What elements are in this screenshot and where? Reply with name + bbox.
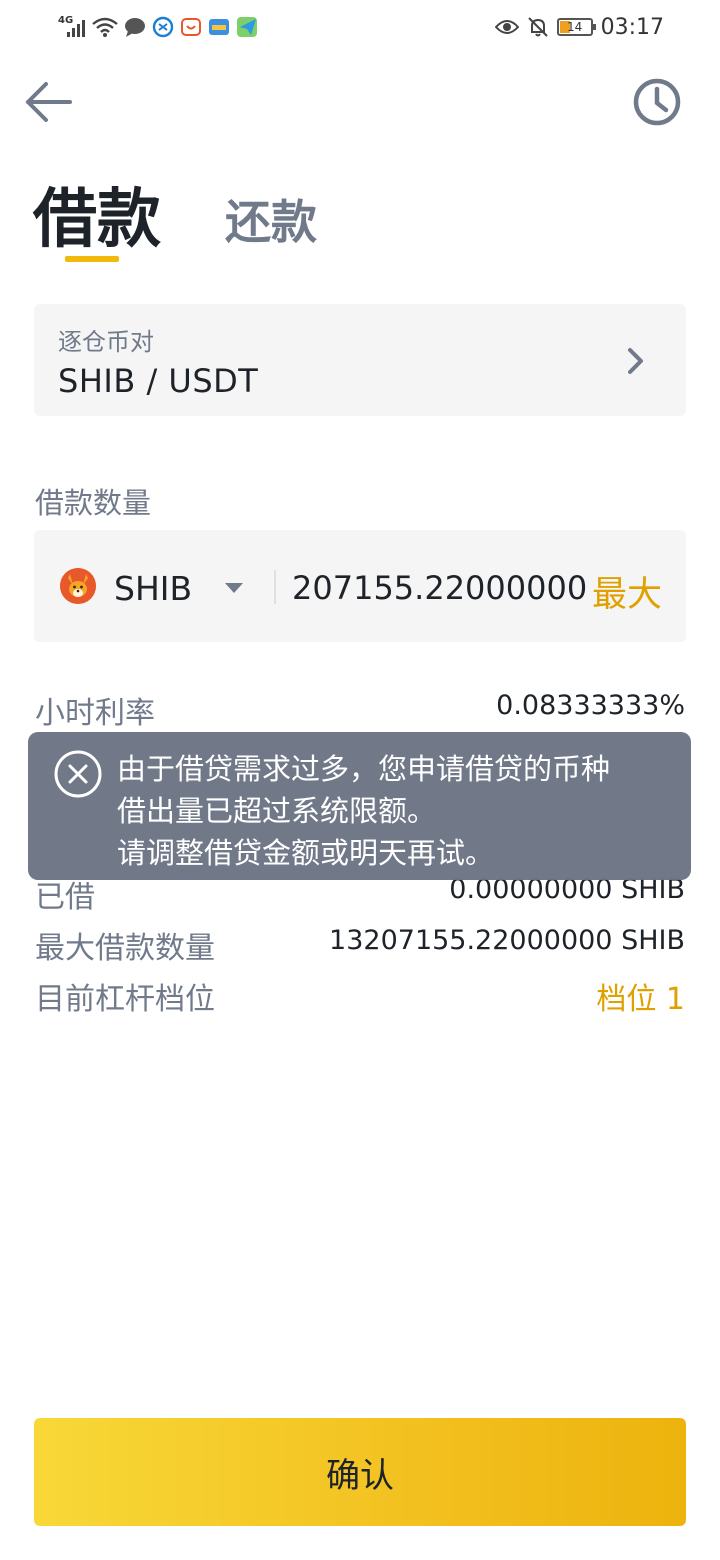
max-button[interactable]: 最大 bbox=[592, 566, 662, 617]
caret-down-icon[interactable] bbox=[224, 582, 244, 594]
cellular-signal-icon: 4G bbox=[58, 15, 86, 39]
app-notification-icon bbox=[152, 16, 174, 38]
status-bar-right: 14 03:17 bbox=[494, 14, 664, 40]
wallet-app-icon bbox=[209, 19, 229, 35]
pair-label: 逐仓币对 bbox=[58, 328, 154, 356]
toast-line-2: 借出量已超过系统限额。 bbox=[117, 794, 437, 828]
leverage-tier-row: 目前杠杆档位 档位 1 bbox=[35, 974, 685, 1017]
borrow-amount-label: 借款数量 bbox=[35, 486, 152, 520]
hourly-rate-label: 小时利率 bbox=[35, 696, 155, 731]
status-bar-left: 4G bbox=[58, 14, 260, 40]
confirm-button[interactable]: 确认 bbox=[34, 1418, 686, 1526]
clock-history-icon bbox=[633, 78, 681, 126]
hourly-rate-value: 0.08333333% bbox=[496, 690, 685, 721]
status-bar: 4G 14 03:17 bbox=[0, 0, 720, 56]
shopping-app-icon bbox=[181, 18, 201, 36]
toast-line-3: 请调整借贷金额或明天再试。 bbox=[117, 836, 495, 870]
toast-message: 由于借贷需求过多，您申请借贷的币种 借出量已超过系统限额。 请调整借贷金额或明天… bbox=[117, 748, 677, 874]
back-arrow-icon bbox=[26, 82, 72, 122]
clock: 03:17 bbox=[600, 14, 664, 40]
leverage-tier-value[interactable]: 档位 1 bbox=[596, 974, 685, 1018]
chat-icon bbox=[125, 18, 145, 37]
coin-selector[interactable]: SHIB bbox=[114, 569, 192, 608]
max-borrow-value: 13207155.22000000 SHIB bbox=[329, 925, 685, 956]
history-button[interactable] bbox=[632, 77, 682, 127]
hourly-rate-row: 小时利率 0.08333333% bbox=[35, 688, 685, 731]
borrow-amount-input[interactable]: 207155.22000000 bbox=[292, 569, 592, 607]
active-tab-indicator bbox=[65, 256, 119, 262]
field-divider bbox=[274, 570, 276, 604]
tab-borrow[interactable]: 借款 bbox=[33, 168, 161, 260]
pair-value: SHIB / USDT bbox=[58, 362, 259, 400]
eye-comfort-icon bbox=[494, 20, 519, 34]
battery-level: 14 bbox=[566, 20, 583, 34]
isolated-pair-selector[interactable]: 逐仓币对 SHIB / USDT bbox=[34, 304, 686, 416]
toast-line-1: 由于借贷需求过多，您申请借贷的币种 bbox=[117, 752, 611, 786]
error-close-circle-icon bbox=[54, 750, 102, 798]
mute-icon bbox=[527, 17, 548, 37]
battery-icon: 14 bbox=[556, 18, 596, 36]
shib-coin-icon bbox=[60, 568, 96, 604]
max-borrow-label: 最大借款数量 bbox=[35, 931, 215, 966]
error-toast: 由于借贷需求过多，您申请借贷的币种 借出量已超过系统限额。 请调整借贷金额或明天… bbox=[28, 732, 691, 880]
back-button[interactable] bbox=[24, 78, 74, 126]
chevron-right-icon bbox=[628, 348, 643, 374]
max-borrow-row: 最大借款数量 13207155.22000000 SHIB bbox=[35, 923, 685, 966]
borrow-amount-field: SHIB 207155.22000000 最大 bbox=[34, 530, 686, 642]
wifi-icon bbox=[92, 17, 118, 37]
telegram-app-icon bbox=[237, 17, 257, 37]
leverage-tier-label: 目前杠杆档位 bbox=[35, 982, 215, 1017]
tab-repay[interactable]: 还款 bbox=[225, 186, 317, 252]
